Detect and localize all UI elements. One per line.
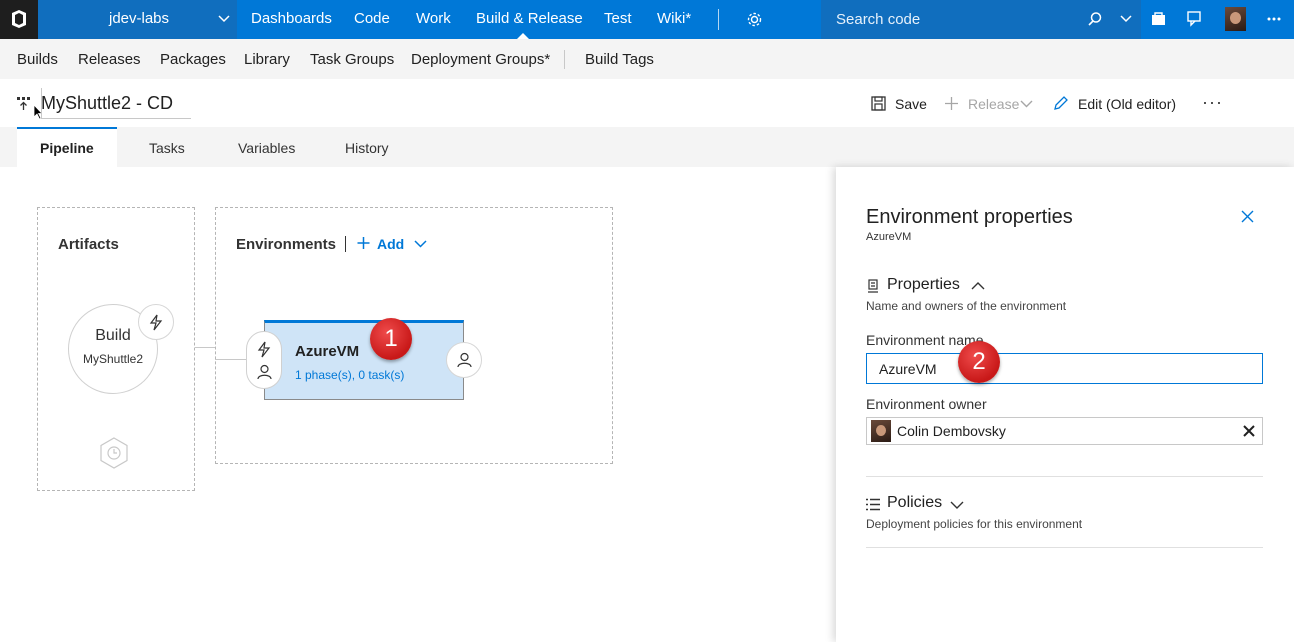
edit-old-editor-button[interactable]: Edit (Old editor) bbox=[1078, 96, 1176, 112]
pre-deployment-conditions[interactable] bbox=[246, 331, 282, 389]
project-selector[interactable]: jdev-labs bbox=[38, 0, 237, 39]
hub-task-groups[interactable]: Task Groups bbox=[310, 51, 394, 68]
chevron-down-icon[interactable] bbox=[1120, 14, 1132, 24]
environment-name: AzureVM bbox=[295, 343, 360, 360]
panel-subtitle: AzureVM bbox=[866, 231, 912, 243]
properties-description: Name and owners of the environment bbox=[866, 299, 1067, 313]
vsts-logo-icon[interactable] bbox=[0, 0, 38, 39]
connector-line bbox=[195, 347, 215, 348]
close-icon[interactable] bbox=[1241, 210, 1254, 223]
more-options-icon[interactable] bbox=[1267, 12, 1281, 26]
tab-bar: Pipeline Tasks Variables History bbox=[0, 127, 1294, 167]
policies-section-title[interactable]: Policies bbox=[887, 494, 942, 512]
search-icon[interactable] bbox=[1087, 11, 1103, 27]
section-divider bbox=[866, 476, 1263, 477]
tab-history[interactable]: History bbox=[345, 140, 389, 156]
chevron-down-icon[interactable] bbox=[1020, 99, 1033, 109]
policies-description: Deployment policies for this environment bbox=[866, 517, 1083, 531]
hub-packages[interactable]: Packages bbox=[160, 51, 226, 68]
save-icon bbox=[871, 96, 886, 111]
release-definition-icon bbox=[17, 97, 30, 110]
connector-line bbox=[215, 359, 248, 360]
post-deployment-approvers[interactable] bbox=[446, 342, 482, 378]
nav-work[interactable]: Work bbox=[416, 10, 451, 27]
hub-build-tags[interactable]: Build Tags bbox=[585, 51, 654, 68]
marketplace-bag-icon[interactable] bbox=[1150, 10, 1167, 27]
top-navigation-bar: jdev-labs Dashboards Code Work Build & R… bbox=[0, 0, 1294, 39]
artifacts-title: Artifacts bbox=[58, 236, 119, 253]
tab-tasks[interactable]: Tasks bbox=[149, 140, 185, 156]
hub-releases[interactable]: Releases bbox=[78, 51, 141, 68]
approver-person-icon bbox=[257, 364, 272, 380]
search-placeholder: Search code bbox=[836, 11, 921, 28]
environment-properties-panel: Environment properties AzureVM Propertie… bbox=[836, 167, 1294, 642]
hub-divider bbox=[564, 50, 565, 69]
search-box[interactable]: Search code bbox=[821, 0, 1141, 39]
environment-owner-field[interactable]: Colin Dembovsky bbox=[866, 417, 1263, 445]
environment-card[interactable]: AzureVM 1 phase(s), 0 task(s) bbox=[264, 320, 464, 400]
plus-icon bbox=[357, 237, 370, 249]
feedback-icon[interactable] bbox=[1186, 10, 1204, 28]
release-button[interactable]: Release bbox=[968, 96, 1019, 112]
chevron-down-icon[interactable] bbox=[950, 500, 964, 510]
tab-pipeline[interactable]: Pipeline bbox=[40, 140, 94, 156]
nav-divider bbox=[718, 9, 719, 30]
environment-owner-label: Environment owner bbox=[866, 396, 987, 412]
nav-dashboards[interactable]: Dashboards bbox=[251, 10, 332, 27]
environment-name-input[interactable]: AzureVM bbox=[866, 353, 1263, 384]
panel-title: Environment properties bbox=[866, 206, 1073, 228]
environment-phases-link[interactable]: 1 phase(s), 0 task(s) bbox=[295, 368, 404, 382]
owner-avatar bbox=[871, 420, 891, 442]
plus-icon bbox=[945, 97, 958, 110]
annotation-badge-1: 1 bbox=[370, 318, 412, 360]
clear-owner-icon[interactable] bbox=[1243, 425, 1255, 437]
hub-deployment-groups[interactable]: Deployment Groups* bbox=[411, 51, 550, 68]
properties-icon bbox=[868, 279, 878, 293]
nav-build-release[interactable]: Build & Release bbox=[476, 10, 583, 27]
hub-bar: Builds Releases Packages Library Task Gr… bbox=[0, 39, 1294, 79]
tab-variables[interactable]: Variables bbox=[238, 140, 295, 156]
hub-builds[interactable]: Builds bbox=[17, 51, 58, 68]
more-commands-button[interactable]: ··· bbox=[1202, 92, 1223, 113]
add-label: Add bbox=[377, 236, 405, 252]
artifact-name: MyShuttle2 bbox=[82, 352, 144, 366]
pencil-icon bbox=[1054, 96, 1068, 110]
nav-code[interactable]: Code bbox=[354, 10, 390, 27]
chevron-up-icon[interactable] bbox=[971, 281, 985, 291]
project-name: jdev-labs bbox=[109, 10, 170, 27]
environments-divider bbox=[345, 236, 346, 252]
section-divider bbox=[866, 547, 1263, 548]
user-avatar[interactable] bbox=[1225, 7, 1246, 31]
environments-title: Environments bbox=[236, 236, 337, 253]
annotation-badge-2: 2 bbox=[958, 341, 1000, 383]
lightning-trigger-icon bbox=[149, 314, 163, 331]
save-button[interactable]: Save bbox=[895, 96, 927, 112]
continuous-deployment-trigger[interactable] bbox=[138, 304, 174, 340]
definition-name-input[interactable]: MyShuttle2 - CD bbox=[41, 88, 191, 119]
chevron-down-icon bbox=[218, 15, 230, 23]
nav-wiki[interactable]: Wiki* bbox=[657, 10, 691, 27]
list-icon bbox=[866, 498, 880, 511]
gear-icon[interactable] bbox=[746, 11, 763, 28]
lightning-trigger-icon bbox=[257, 341, 271, 358]
chevron-down-icon bbox=[414, 240, 427, 248]
hub-library[interactable]: Library bbox=[244, 51, 290, 68]
owner-name: Colin Dembovsky bbox=[897, 423, 1006, 439]
approver-person-icon bbox=[457, 352, 472, 368]
schedule-clock-icon[interactable] bbox=[98, 437, 130, 469]
properties-section-title[interactable]: Properties bbox=[887, 276, 960, 294]
nav-test[interactable]: Test bbox=[604, 10, 632, 27]
